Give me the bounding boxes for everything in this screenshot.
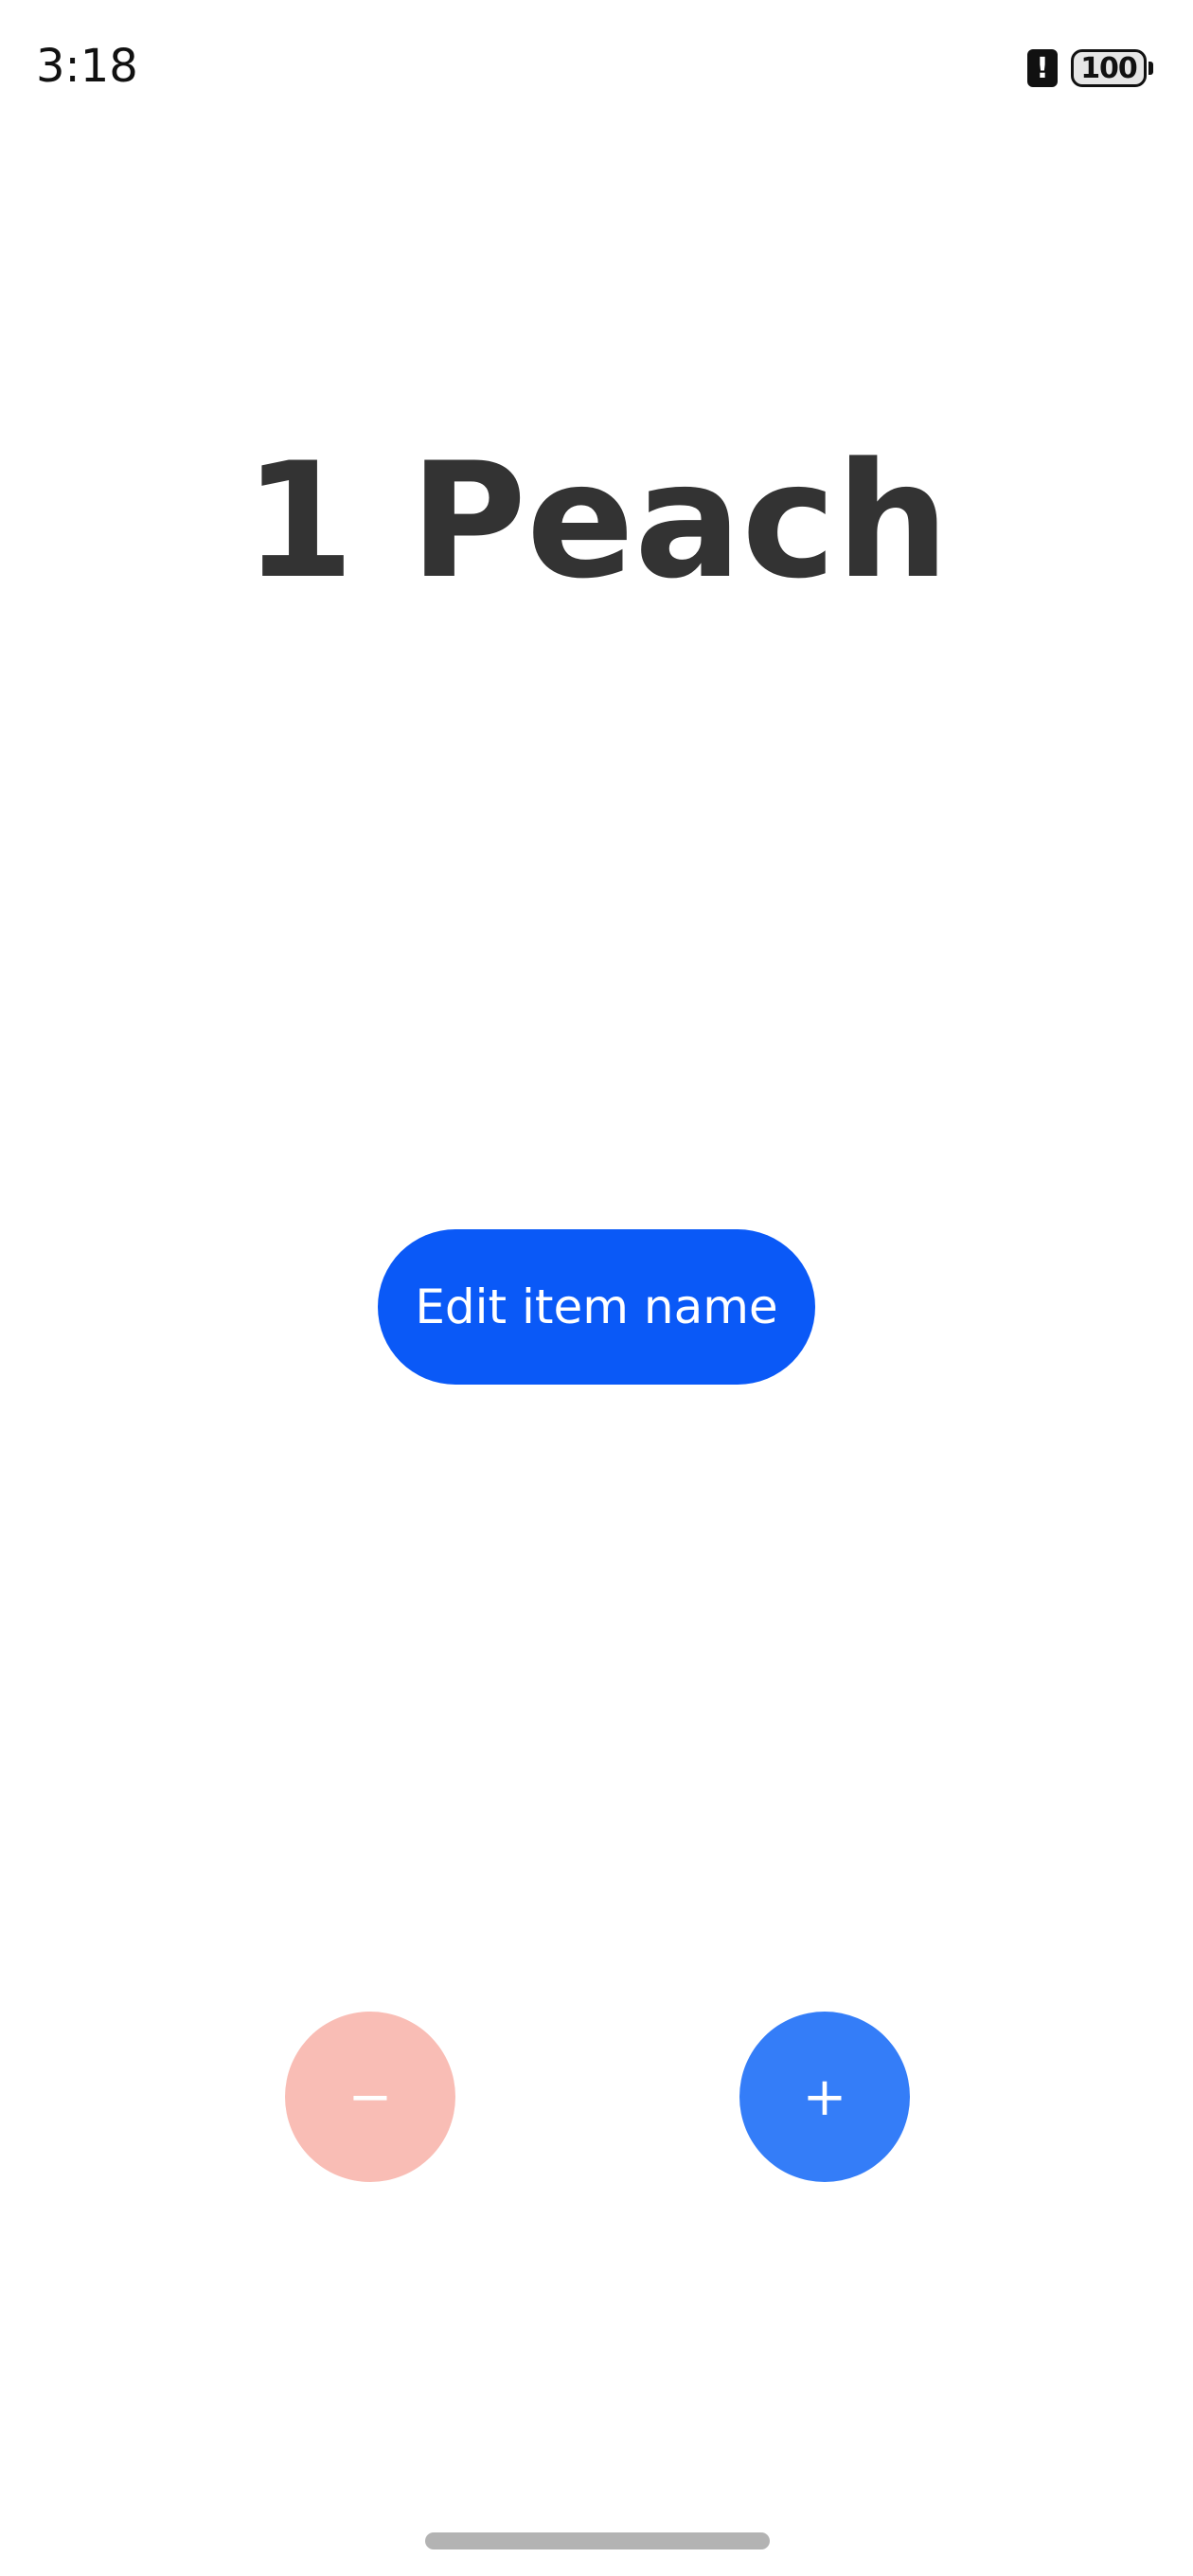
status-time: 3:18 bbox=[36, 40, 138, 93]
status-icons: ! 100 bbox=[1027, 45, 1153, 91]
home-indicator[interactable] bbox=[425, 2532, 770, 2549]
status-bar: 3:18 ! 100 bbox=[0, 0, 1193, 133]
edit-item-name-button[interactable]: Edit item name bbox=[378, 1229, 815, 1385]
battery-level: 100 bbox=[1071, 49, 1147, 87]
alert-icon: ! bbox=[1027, 49, 1058, 87]
item-title: 1 Peach bbox=[243, 428, 950, 614]
minus-icon: − bbox=[347, 2066, 393, 2128]
battery-tip bbox=[1148, 62, 1153, 75]
increment-button[interactable]: + bbox=[739, 2012, 910, 2182]
decrement-button[interactable]: − bbox=[285, 2012, 455, 2182]
plus-icon: + bbox=[802, 2066, 847, 2128]
battery-icon: 100 bbox=[1071, 49, 1153, 87]
